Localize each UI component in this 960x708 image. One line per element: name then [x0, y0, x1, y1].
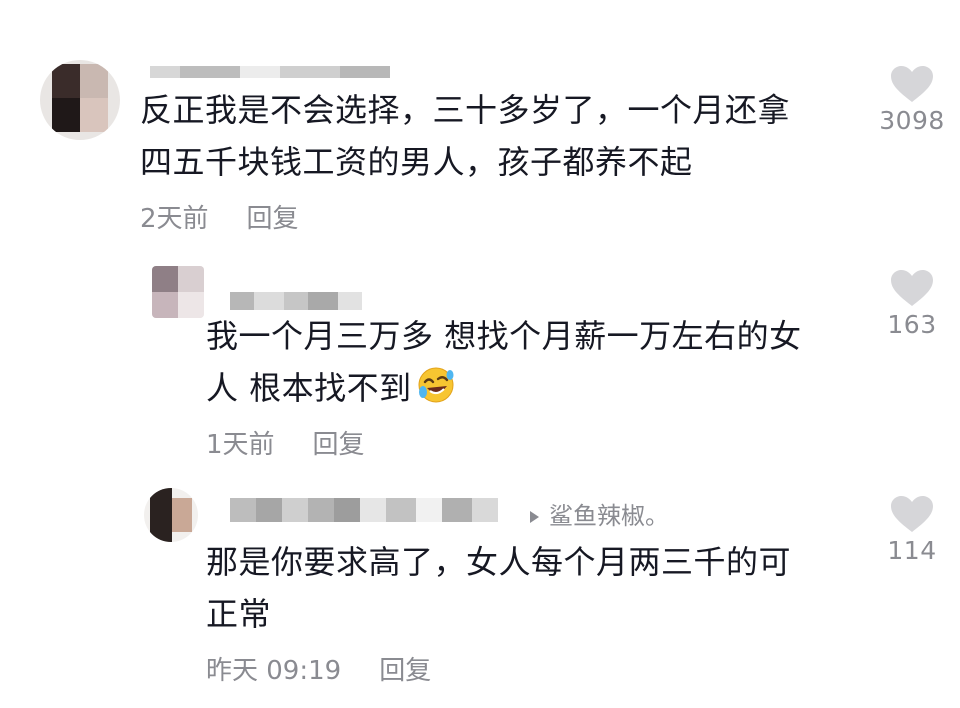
- like-count: 114: [887, 536, 937, 565]
- comment-text-line: 反正我是不会选择，三十多岁了，一个月还拿: [140, 91, 791, 129]
- comment-text-line: 我一个月三万多 想找个月薪一万左右的女: [206, 317, 802, 355]
- comment-text: 反正我是不会选择，三十多岁了，一个月还拿 四五千块钱工资的男人，孩子都养不起: [140, 84, 790, 188]
- comment-text: 我一个月三万多 想找个月薪一万左右的女 人 根本找不到: [206, 310, 802, 420]
- avatar[interactable]: [152, 266, 204, 318]
- heart-icon: [891, 496, 933, 532]
- like-button[interactable]: 114: [872, 494, 952, 565]
- timestamp: 昨天 09:19: [206, 656, 342, 686]
- like-button[interactable]: 3098: [872, 64, 952, 135]
- avatar[interactable]: [40, 60, 120, 140]
- comment-text-line: 那是你要求高了，女人每个月两三千的可: [206, 543, 792, 581]
- heart-icon: [891, 66, 933, 102]
- comment-meta: 2天前 回复: [140, 198, 299, 235]
- reply-to-user[interactable]: 鲨鱼辣椒。: [530, 496, 669, 531]
- reply-button[interactable]: 回复: [313, 430, 365, 460]
- avatar[interactable]: [144, 488, 198, 542]
- username-blurred[interactable]: [230, 292, 362, 310]
- comment-meta: 昨天 09:19 回复: [206, 650, 431, 687]
- comment-meta: 1天前 回复: [206, 424, 365, 461]
- timestamp: 1天前: [206, 430, 275, 460]
- username-blurred[interactable]: [150, 66, 390, 78]
- comment-text-line: 四五千块钱工资的男人，孩子都养不起: [140, 143, 693, 181]
- like-count: 163: [887, 310, 937, 339]
- reply-to-username: 鲨鱼辣椒。: [549, 502, 669, 530]
- comment-text-line: 人 根本找不到: [206, 369, 412, 407]
- reply-button[interactable]: 回复: [247, 204, 299, 234]
- timestamp: 2天前: [140, 204, 209, 234]
- username-blurred[interactable]: [360, 498, 498, 522]
- comment-text: 那是你要求高了，女人每个月两三千的可 正常: [206, 536, 791, 640]
- like-count: 3098: [879, 106, 945, 135]
- comment-text-line: 正常: [206, 595, 272, 633]
- triangle-right-icon: [530, 511, 539, 523]
- heart-icon: [891, 270, 933, 306]
- username-blurred[interactable]: [230, 498, 360, 522]
- reply-button[interactable]: 回复: [379, 656, 431, 686]
- rolling-laughing-emoji: [416, 365, 456, 420]
- like-button[interactable]: 163: [872, 268, 952, 339]
